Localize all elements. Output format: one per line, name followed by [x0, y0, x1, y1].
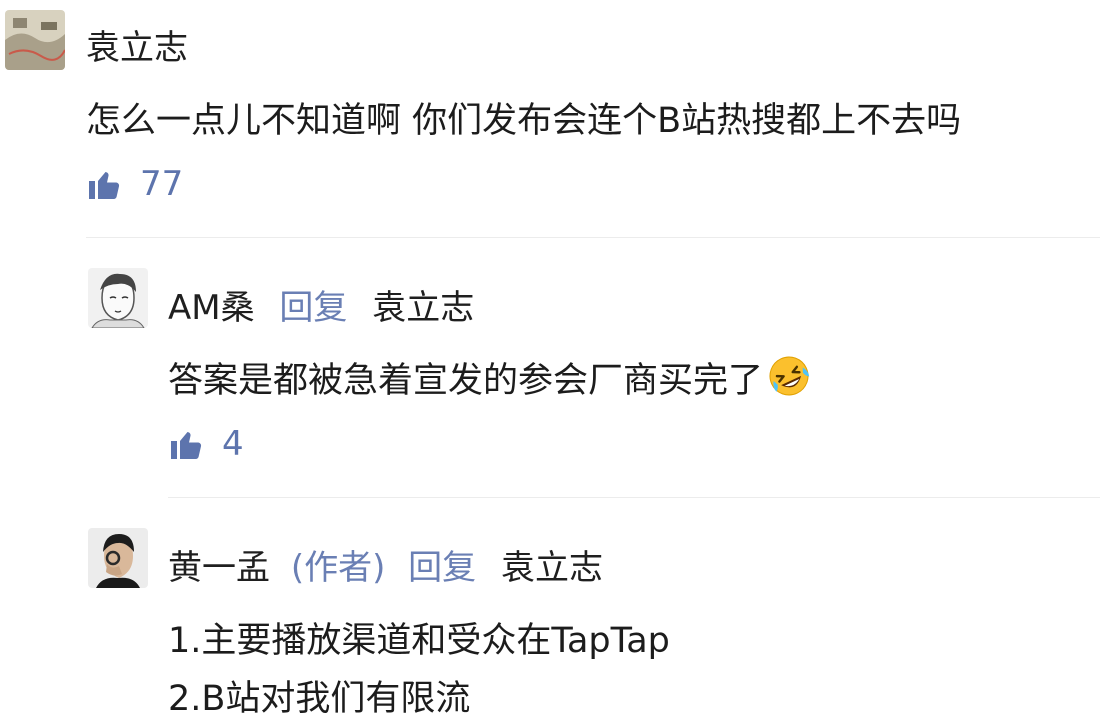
comment-author[interactable]: 黄一孟: [168, 548, 270, 588]
reply-target[interactable]: 袁立志: [501, 548, 603, 588]
rofl-emoji-icon: [767, 354, 811, 407]
like-count: 77: [140, 164, 184, 204]
like-count: 4: [222, 424, 244, 464]
reply-label: 回复: [408, 548, 477, 588]
divider: [168, 497, 1100, 498]
comment-text: 答案是都被急着宣发的参会厂商买完了: [168, 352, 811, 407]
like-button[interactable]: 77: [86, 164, 183, 204]
comment-author[interactable]: 袁立志: [86, 20, 188, 69]
comment-text-content: 答案是都被急着宣发的参会厂商买完了: [168, 361, 764, 401]
reply-label: 回复: [279, 288, 348, 328]
divider: [86, 237, 1100, 238]
like-button[interactable]: 4: [168, 424, 244, 464]
comment-text: 怎么一点儿不知道啊 你们发布会连个B站热搜都上不去吗: [86, 101, 962, 141]
thumbs-up-icon: [89, 172, 120, 199]
reply-header: 黄一孟 (作者) 回复 袁立志: [168, 540, 603, 589]
avatar[interactable]: [88, 528, 148, 588]
avatar-image: [88, 268, 148, 328]
comment-text-line: 2.B站对我们有限流: [168, 679, 471, 719]
reply-target[interactable]: 袁立志: [372, 288, 474, 328]
avatar[interactable]: [88, 268, 148, 328]
avatar-image: [88, 528, 148, 588]
comment-author[interactable]: AM桑: [168, 288, 255, 328]
author-badge: (作者): [290, 548, 386, 588]
reply-header: AM桑 回复 袁立志: [168, 280, 474, 329]
thumbs-up-icon: [171, 432, 202, 459]
avatar[interactable]: [5, 10, 65, 70]
comment-text-line: 1.主要播放渠道和受众在TapTap: [168, 621, 670, 661]
avatar-image: [5, 10, 65, 70]
